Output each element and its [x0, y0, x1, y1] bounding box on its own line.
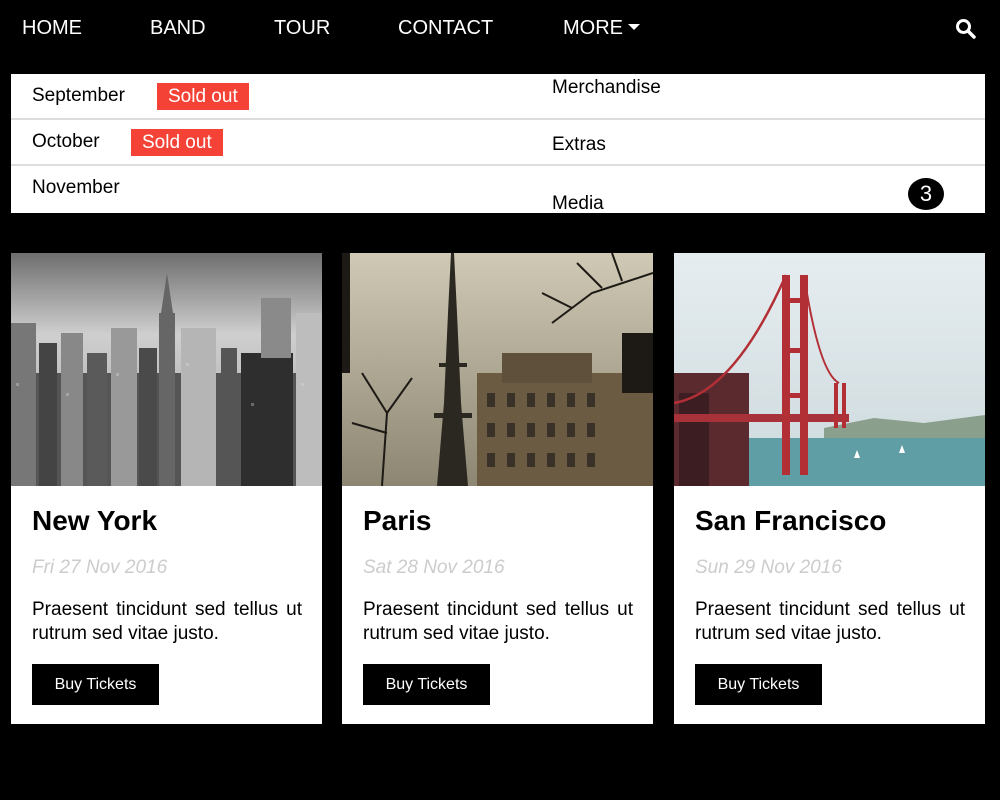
card-title: New York	[32, 505, 158, 536]
menu-item-merchandise[interactable]: Merchandise	[552, 77, 661, 99]
search-icon[interactable]	[955, 18, 977, 40]
nav-more-label: MORE	[563, 17, 623, 39]
card-title: Paris	[363, 505, 432, 536]
nav-more-dropdown[interactable]: MORE	[563, 16, 640, 40]
san-francisco-image	[674, 253, 985, 486]
media-count-badge: 3	[908, 178, 944, 210]
nav-band-link[interactable]: BAND	[150, 16, 206, 40]
nav-tour-link[interactable]: TOUR	[274, 16, 330, 40]
buy-tickets-button[interactable]: Buy Tickets	[32, 664, 159, 705]
top-navigation: HOME BAND TOUR CONTACT MORE	[0, 0, 1000, 56]
concert-card-new-york: New York Fri 27 Nov 2016 Praesent tincid…	[11, 253, 322, 724]
sold-out-badge: Sold out	[131, 129, 223, 156]
tour-dates-table: September Sold out October Sold out Nove…	[11, 74, 985, 215]
card-date: Sun 29 Nov 2016	[695, 557, 842, 578]
nav-home-link[interactable]: HOME	[22, 16, 82, 40]
tour-row-october: October Sold out	[11, 120, 985, 166]
card-date: Fri 27 Nov 2016	[32, 557, 168, 578]
tour-row-september: September Sold out	[11, 74, 985, 120]
month-label: October	[32, 131, 100, 152]
card-title: San Francisco	[695, 505, 887, 536]
buy-tickets-button[interactable]: Buy Tickets	[363, 664, 490, 705]
menu-item-extras[interactable]: Extras	[552, 134, 606, 156]
month-label: September	[32, 85, 125, 106]
nav-contact-link[interactable]: CONTACT	[398, 16, 493, 40]
chevron-down-icon	[628, 24, 640, 30]
concert-card-san-francisco: San Francisco Sun 29 Nov 2016 Praesent t…	[674, 253, 985, 724]
buy-tickets-button[interactable]: Buy Tickets	[695, 664, 822, 705]
paris-image	[342, 253, 653, 486]
card-description: Praesent tincidunt sed tellus ut rutrum …	[695, 599, 965, 644]
new-york-image	[11, 253, 322, 486]
card-description: Praesent tincidunt sed tellus ut rutrum …	[363, 599, 633, 644]
concert-card-paris: Paris Sat 28 Nov 2016 Praesent tincidunt…	[342, 253, 653, 724]
sold-out-badge: Sold out	[157, 83, 249, 110]
card-date: Sat 28 Nov 2016	[363, 557, 505, 578]
month-label: November	[32, 177, 120, 198]
menu-item-media[interactable]: Media	[552, 193, 604, 215]
card-description: Praesent tincidunt sed tellus ut rutrum …	[32, 599, 302, 644]
tour-row-november: November	[11, 166, 985, 212]
